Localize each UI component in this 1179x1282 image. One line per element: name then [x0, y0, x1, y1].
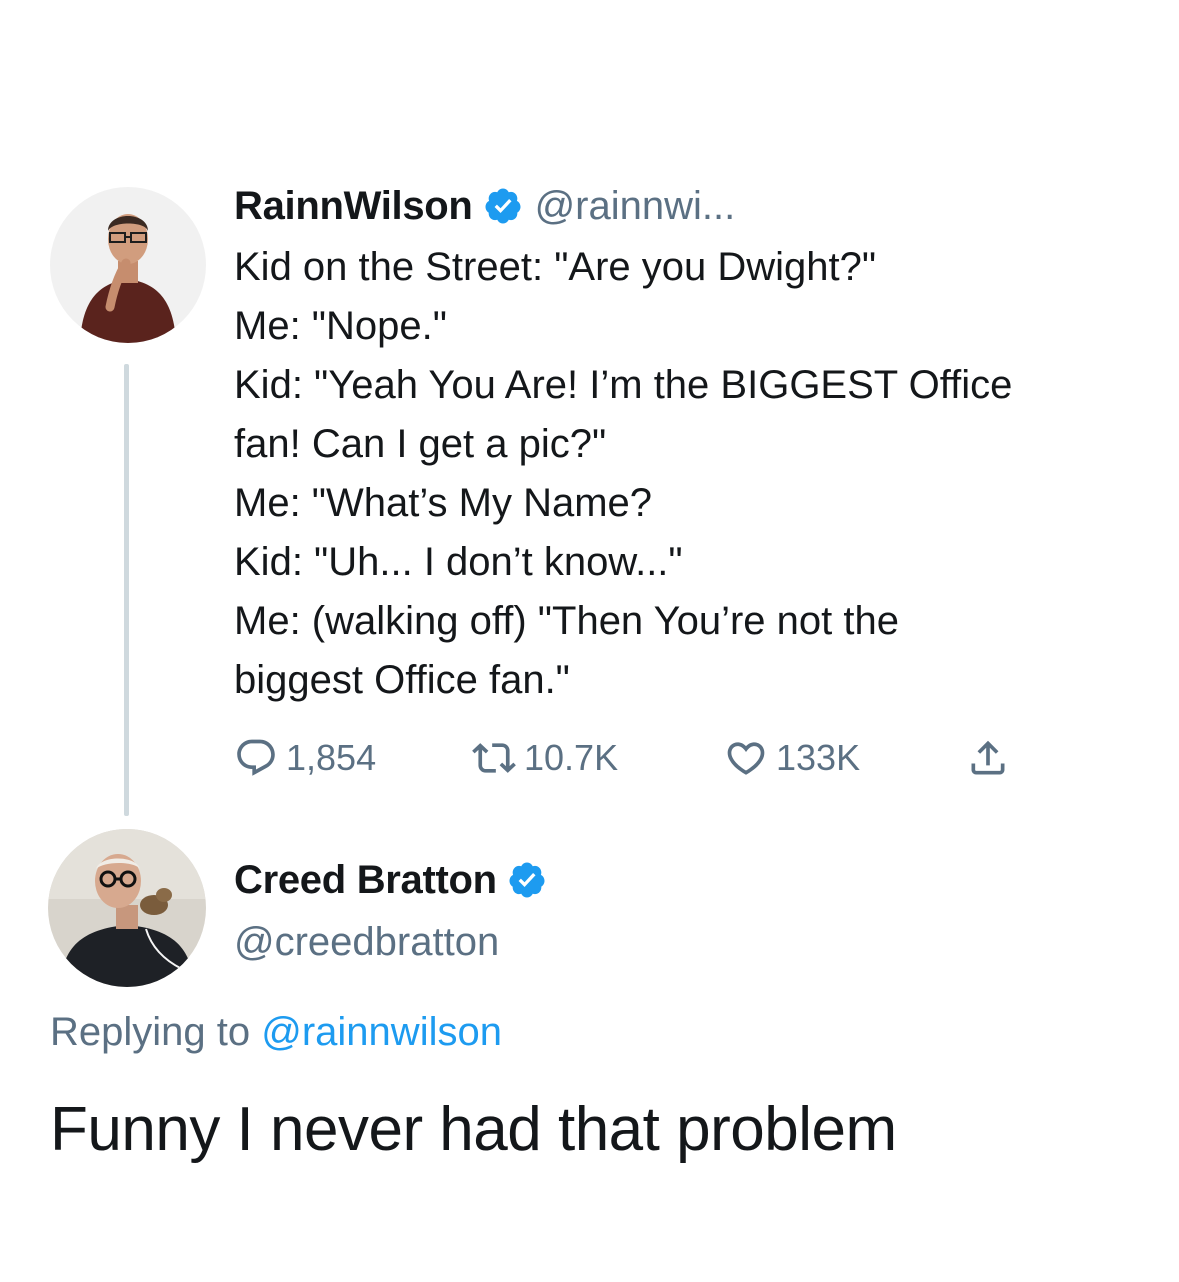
replying-to-handle-link[interactable]: @rainnwilson: [261, 1010, 502, 1054]
retweet-icon: [472, 743, 516, 773]
creedbratton-avatar[interactable]: [48, 829, 206, 987]
reply-icon: [237, 739, 275, 776]
replying-to-prefix: Replying to: [50, 1010, 251, 1054]
tweet-header: RainnWilson @rainnwi...: [234, 176, 1164, 236]
original-tweet[interactable]: RainnWilson @rainnwi... Kid on the Stree…: [234, 176, 1164, 710]
reply-author-row: Creed Bratton: [234, 850, 547, 910]
reply-button[interactable]: 1,854: [234, 728, 376, 788]
reply-tweet-header[interactable]: Creed Bratton @creedbratton: [234, 850, 547, 972]
like-count: 133K: [776, 737, 861, 778]
share-icon: [971, 740, 1005, 775]
tweet-line: Me: "What’s My Name?: [234, 481, 653, 525]
like-button[interactable]: 133K: [724, 728, 860, 788]
tweet-line: Kid on the Street: "Are you Dwight?": [234, 245, 877, 289]
tweet-body: Kid on the Street: "Are you Dwight?" Me:…: [234, 238, 1164, 710]
reply-author-display-name[interactable]: Creed Bratton: [234, 858, 497, 903]
tweet-line: biggest Office fan.": [234, 658, 570, 702]
like-icon: [727, 742, 765, 775]
retweet-button[interactable]: 10.7K: [472, 728, 618, 788]
verified-badge-icon: [509, 862, 545, 898]
thread-connector-line: [124, 364, 129, 816]
tweet-line: Kid: "Uh... I don’t know...": [234, 540, 683, 584]
share-button[interactable]: [966, 728, 1018, 788]
tweet-action-bar: 1,854 10.7K 133K: [234, 728, 1054, 788]
author-display-name[interactable]: RainnWilson: [234, 184, 473, 229]
rainnwilson-avatar[interactable]: [50, 187, 206, 343]
tweet-line: Me: "Nope.": [234, 304, 447, 348]
tweet-line: fan! Can I get a pic?": [234, 422, 607, 466]
verified-badge-icon: [485, 188, 521, 224]
tweet-line: Me: (walking off) "Then You’re not the: [234, 599, 899, 643]
replying-to-line: Replying to @rainnwilson: [50, 1010, 502, 1055]
reply-count: 1,854: [286, 737, 377, 778]
retweet-count: 10.7K: [524, 737, 619, 778]
reply-author-handle[interactable]: @creedbratton: [234, 912, 547, 972]
reply-tweet-text: Funny I never had that problem: [50, 1095, 897, 1164]
tweet-line: Kid: "Yeah You Are! I’m the BIGGEST Offi…: [234, 363, 1013, 407]
author-handle[interactable]: @rainnwi...: [535, 184, 736, 229]
